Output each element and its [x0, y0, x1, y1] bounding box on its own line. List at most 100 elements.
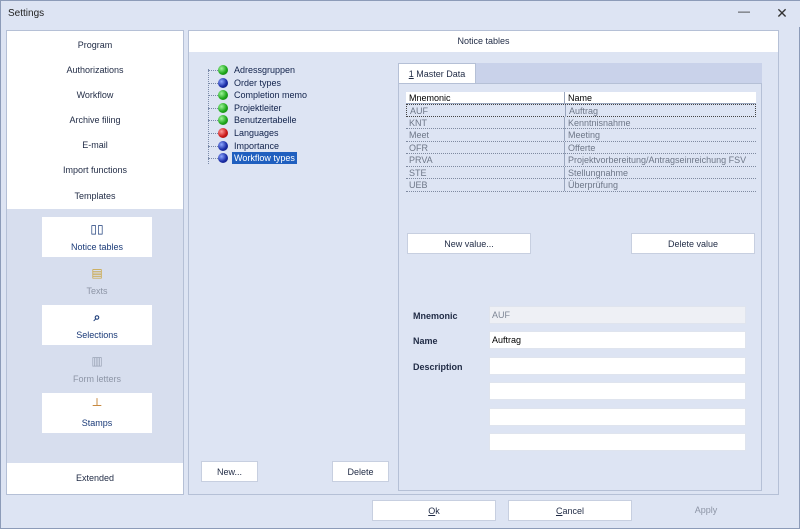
settings-window: Settings — ✕ Program Authorizations Work…: [0, 0, 800, 529]
tree-node-label: Benutzertabelle: [234, 115, 297, 126]
title-bar: Settings — ✕: [1, 1, 800, 27]
new-table-button[interactable]: New...: [201, 461, 258, 482]
cell-name: Stellungnahme: [564, 166, 756, 179]
tile-selections[interactable]: ⌕ Selections: [42, 305, 152, 345]
stamp-icon: ┴: [92, 398, 102, 412]
extended-button[interactable]: Extended: [7, 463, 183, 494]
table-row[interactable]: KNT Kenntnisnahme: [406, 116, 756, 129]
magnifier-icon: ⌕: [93, 310, 101, 324]
tile-stamps[interactable]: ┴ Stamps: [42, 393, 152, 433]
tree-node-label: Order types: [234, 77, 282, 88]
tab-master-data[interactable]: 1 Master Data: [398, 63, 476, 83]
tree-node-projektleiter[interactable]: Projektleiter: [205, 102, 385, 115]
table-row[interactable]: Meet Meeting: [406, 129, 756, 142]
settings-sidebar: Program Authorizations Workflow Archive …: [6, 30, 184, 495]
document-icon: ▥: [91, 354, 103, 368]
tile-label: Form letters: [72, 374, 121, 384]
name-label: Name: [413, 336, 438, 346]
red-status-icon: [218, 128, 228, 138]
cancel-button[interactable]: Cancel: [508, 500, 632, 521]
nav-item-archive-filing[interactable]: Archive filing: [7, 115, 183, 125]
tree-branch: [208, 120, 218, 122]
tree-node-label: Workflow types: [232, 152, 297, 165]
new-value-button[interactable]: New value...: [407, 233, 531, 254]
tab-strip: [476, 63, 762, 83]
minimize-icon[interactable]: —: [735, 4, 753, 22]
nav-item-program[interactable]: Program: [7, 40, 183, 50]
table-row[interactable]: STE Stellungnahme: [406, 166, 756, 179]
cell-name: Auftrag: [565, 105, 757, 117]
table-row[interactable]: OFR Offerte: [406, 141, 756, 154]
mnemonic-field[interactable]: AUF: [489, 306, 746, 324]
blue-status-icon: [218, 77, 228, 88]
cell-mnemonic: AUF: [410, 106, 428, 116]
blue-status-icon: [218, 153, 228, 164]
grid-header: Mnemonic Name: [406, 92, 756, 104]
tree-node-adressgruppen[interactable]: Adressgruppen: [205, 64, 385, 77]
tree-node-benutzertabelle[interactable]: Benutzertabelle: [205, 114, 385, 127]
settings-nav: Program Authorizations Workflow Archive …: [7, 31, 183, 209]
description-label: Description: [413, 362, 463, 372]
apply-button[interactable]: Apply: [644, 500, 768, 521]
close-icon[interactable]: ✕: [773, 4, 791, 22]
tile-label: Notice tables: [70, 242, 124, 252]
description-field-line[interactable]: [489, 433, 746, 451]
blue-status-icon: [218, 140, 228, 151]
cell-name: Meeting: [564, 129, 756, 141]
delete-table-button[interactable]: Delete: [332, 461, 389, 482]
tile-notice-tables[interactable]: ▯▯ Notice tables: [42, 217, 152, 257]
cell-name: Projektvorbereitung/Antragseinreichung F…: [564, 154, 756, 166]
cell-mnemonic: PRVA: [409, 155, 433, 165]
tree-node-workflow-types[interactable]: Workflow types: [205, 152, 385, 165]
green-status-icon: [218, 65, 228, 75]
tree-node-languages[interactable]: Languages: [205, 127, 385, 140]
section-title: Notice tables: [189, 31, 778, 52]
ok-button[interactable]: Ok: [372, 500, 496, 521]
tree-branch: [208, 158, 218, 160]
tree-node-label: Adressgruppen: [234, 65, 296, 75]
tree-node-label: Importance: [234, 140, 280, 151]
nav-item-authorizations[interactable]: Authorizations: [7, 65, 183, 75]
tree-node-label: Projektleiter: [234, 102, 282, 113]
column-header-mnemonic[interactable]: Mnemonic: [406, 92, 564, 104]
description-field-line[interactable]: [489, 408, 746, 426]
cell-mnemonic: OFR: [409, 142, 428, 153]
tree-node-order-types[interactable]: Order types: [205, 77, 385, 90]
nav-item-import-functions[interactable]: Import functions: [7, 165, 183, 175]
tree-node-importance[interactable]: Importance: [205, 140, 385, 153]
book-icon: ▯▯: [90, 222, 104, 236]
column-header-name[interactable]: Name: [564, 92, 756, 104]
description-field-line[interactable]: [489, 357, 746, 375]
tile-label: Stamps: [81, 418, 113, 428]
mnemonic-label: Mnemonic: [413, 311, 458, 321]
cell-name: Überprüfung: [564, 179, 756, 191]
tree-node-completion-memo[interactable]: Completion memo: [205, 89, 385, 102]
description-field-line[interactable]: [489, 382, 746, 400]
tree-branch: [208, 145, 218, 147]
nav-item-templates[interactable]: Templates: [7, 191, 183, 201]
tile-texts[interactable]: ▤ Texts: [42, 261, 152, 301]
nav-item-email[interactable]: E-mail: [7, 140, 183, 150]
cell-name: Kenntnisnahme: [564, 116, 756, 129]
master-data-panel: Mnemonic Name AUF Auftrag KNT Kenntnisna…: [398, 83, 762, 491]
tab-number: 1: [408, 69, 414, 79]
cell-mnemonic: KNT: [409, 117, 427, 128]
tree-node-label: Languages: [234, 128, 279, 138]
table-row[interactable]: AUF Auftrag: [406, 104, 756, 117]
tile-form-letters[interactable]: ▥ Form letters: [42, 349, 152, 389]
tree-node-label: Completion memo: [234, 90, 308, 101]
name-field[interactable]: Auftrag: [489, 331, 746, 349]
nav-item-workflow[interactable]: Workflow: [7, 90, 183, 100]
table-row[interactable]: UEB Überprüfung: [406, 179, 756, 192]
notice-tables-panel: Notice tables Adressgruppen Order types …: [188, 30, 779, 495]
tree-branch: [208, 82, 218, 84]
tile-label: Texts: [86, 286, 108, 296]
tile-label: Selections: [76, 330, 118, 340]
green-status-icon: [218, 115, 228, 126]
values-grid: Mnemonic Name AUF Auftrag KNT Kenntnisna…: [406, 92, 756, 192]
window-title: Settings: [8, 8, 45, 19]
table-row[interactable]: PRVA Projektvorbereitung/Antragseinreich…: [406, 154, 756, 167]
tree-branch: [208, 70, 218, 71]
cancel-label: ancel: [562, 506, 584, 516]
delete-value-button[interactable]: Delete value: [631, 233, 755, 254]
